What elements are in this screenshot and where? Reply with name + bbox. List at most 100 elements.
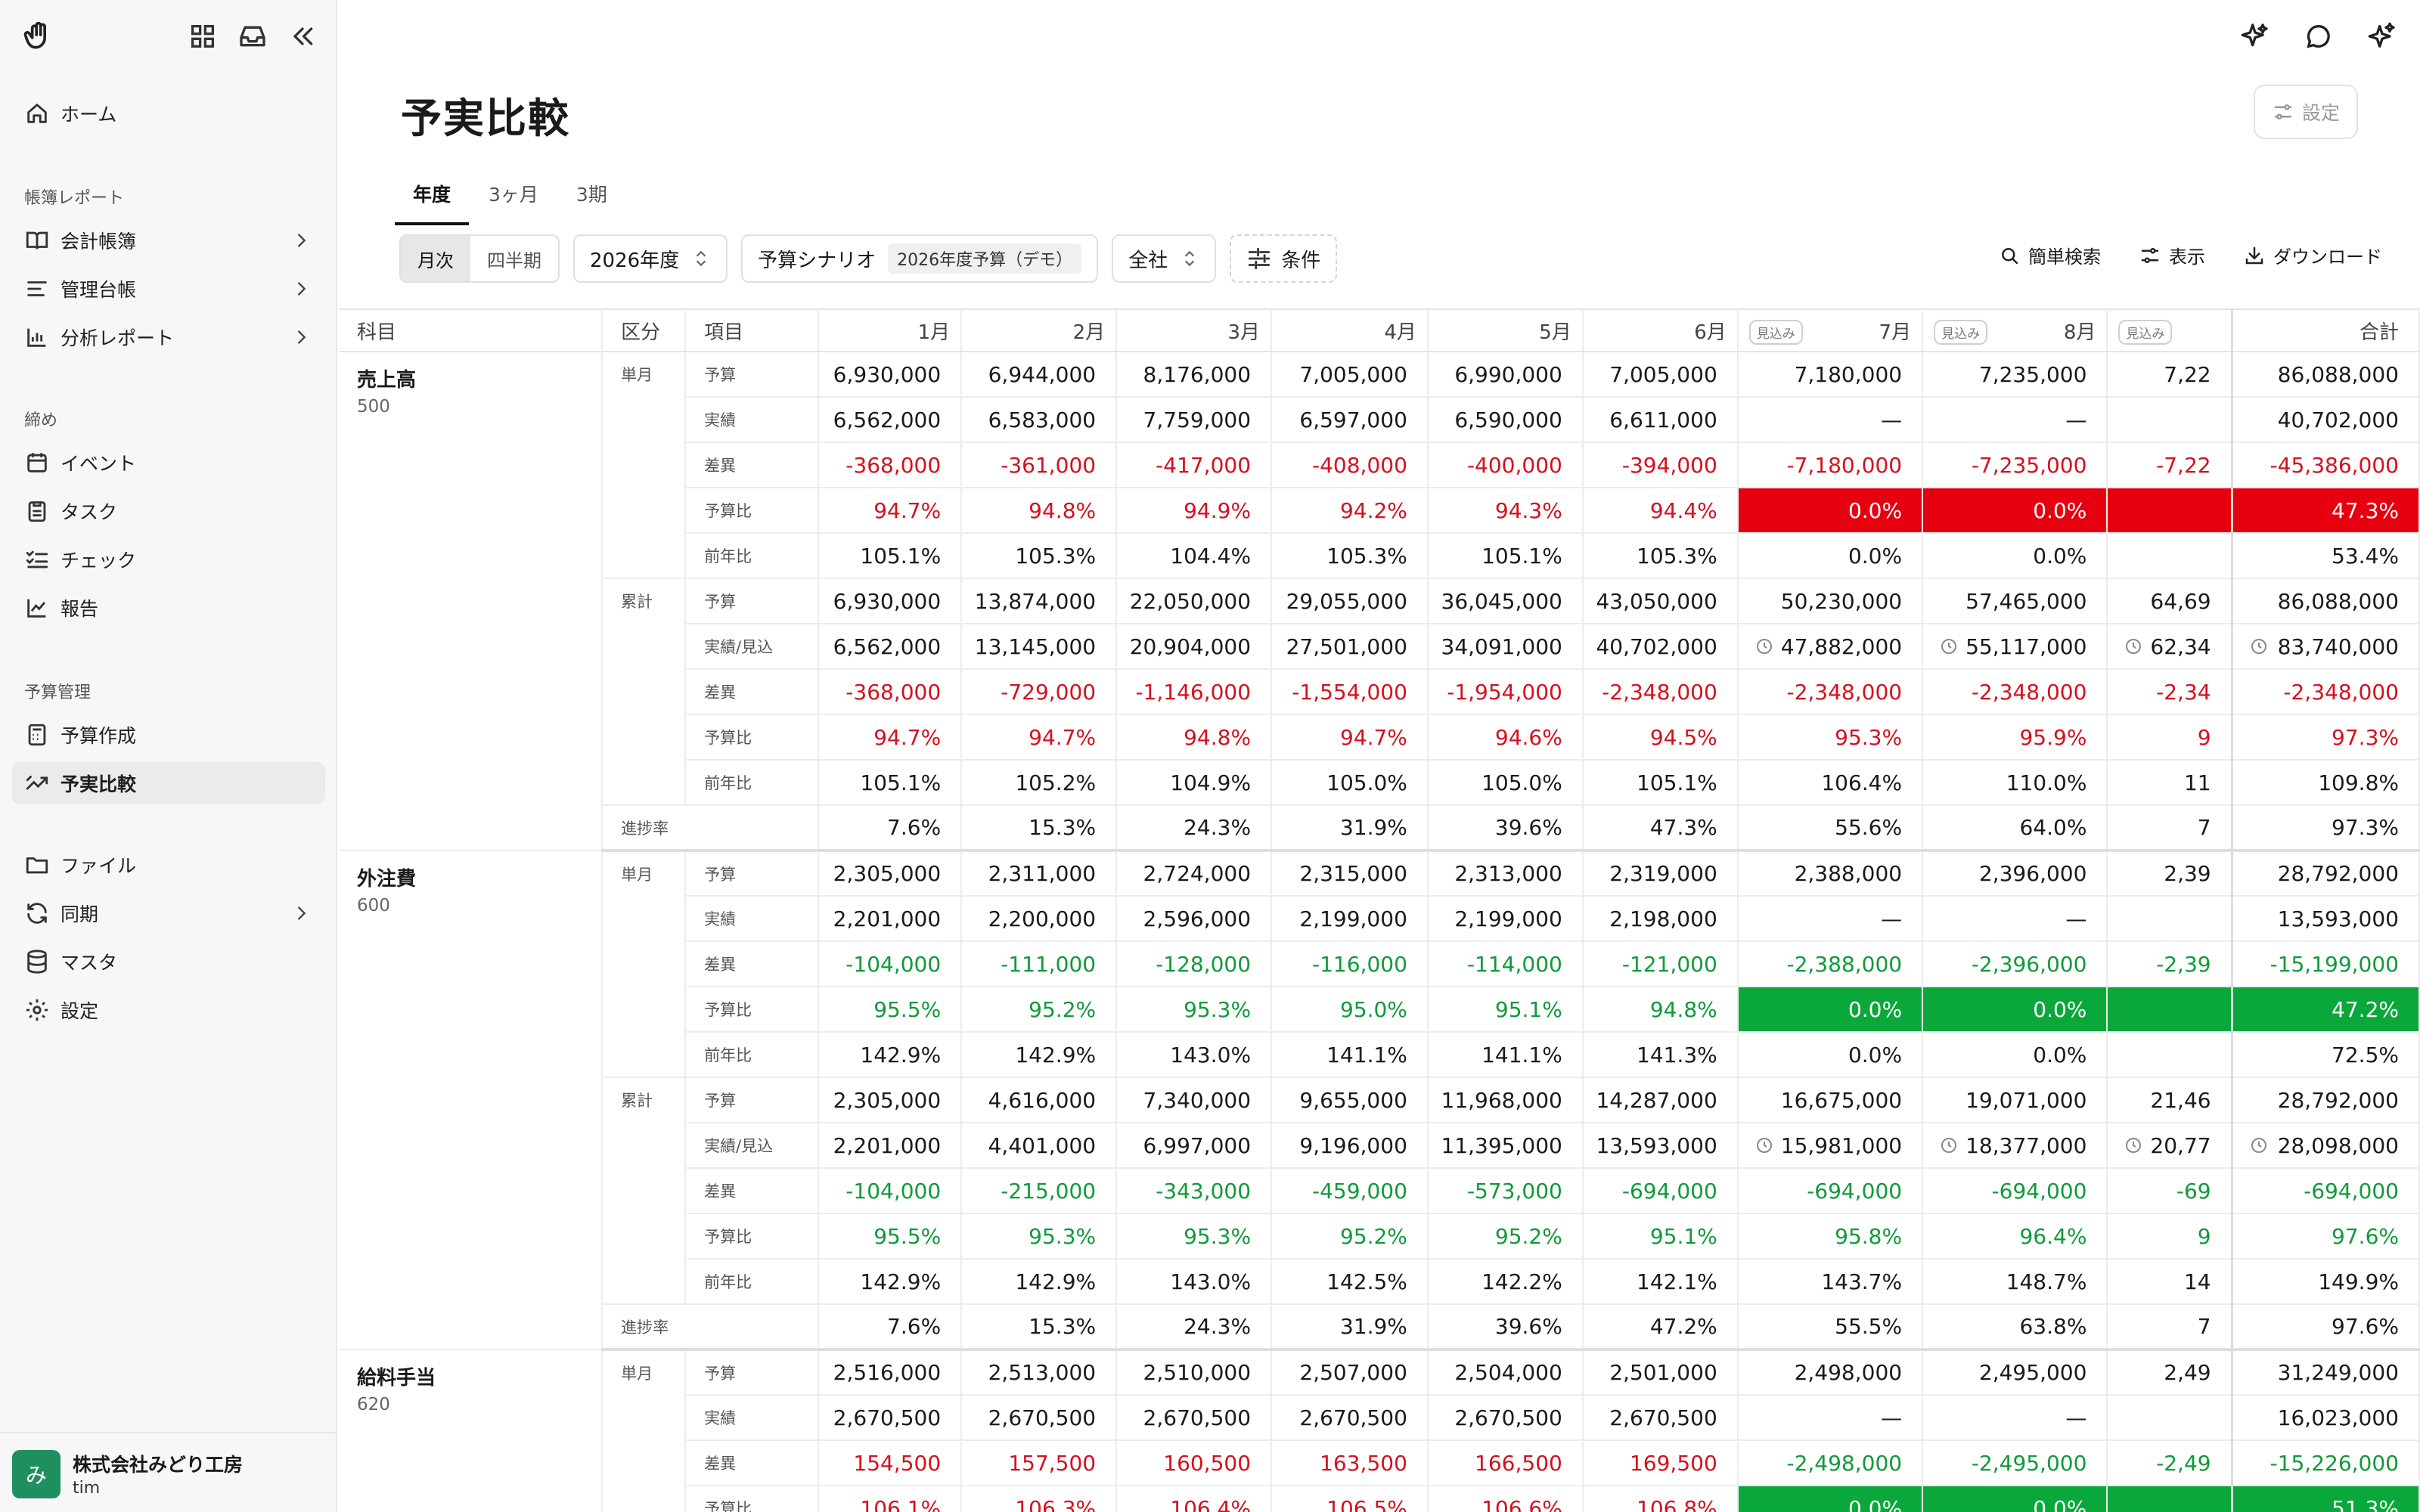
value-cell[interactable]: 2,313,000	[1427, 850, 1584, 897]
value-cell[interactable]: —	[1737, 1395, 1924, 1441]
value-cell[interactable]: 169,500	[1582, 1440, 1739, 1486]
value-cell[interactable]: 55,117,000	[1922, 624, 2108, 670]
value-cell[interactable]: 2,513,000	[961, 1349, 1118, 1396]
value-cell[interactable]: 6,990,000	[1427, 352, 1584, 398]
progress-cell[interactable]: 7	[2107, 805, 2233, 852]
hand-logo-icon[interactable]	[21, 20, 54, 53]
total-cell[interactable]: -15,199,000	[2230, 941, 2420, 987]
sparkle-icon[interactable]	[2240, 21, 2270, 51]
value-cell[interactable]: 95.5%	[818, 987, 963, 1033]
sidebar-item-master[interactable]: マスタ	[12, 940, 325, 983]
header-month[interactable]: 4月	[1271, 308, 1429, 352]
value-cell[interactable]: 105.1%	[818, 533, 963, 579]
progress-cell[interactable]: 7	[2107, 1304, 2233, 1351]
value-cell[interactable]: -417,000	[1116, 442, 1273, 488]
sidebar-item-report[interactable]: 報告	[12, 587, 325, 629]
value-cell[interactable]: -2,495,000	[1922, 1440, 2108, 1486]
value-cell[interactable]: -368,000	[818, 669, 963, 715]
header-month[interactable]: 1月	[818, 308, 963, 352]
value-cell[interactable]: -2,348,000	[1582, 669, 1739, 715]
value-cell[interactable]: 96.4%	[1922, 1213, 2108, 1259]
value-cell[interactable]: 94.8%	[961, 488, 1118, 534]
value-cell[interactable]: -2,348,000	[1922, 669, 2108, 715]
total-cell[interactable]: 149.9%	[2230, 1259, 2420, 1305]
value-cell[interactable]: -459,000	[1271, 1168, 1429, 1214]
value-cell[interactable]: 95.3%	[1737, 714, 1924, 761]
value-cell[interactable]: 4,401,000	[961, 1123, 1118, 1169]
progress-cell[interactable]: 47.3%	[1582, 805, 1739, 852]
value-cell[interactable]: 7,005,000	[1582, 352, 1739, 398]
value-cell[interactable]: 105.1%	[1582, 760, 1739, 806]
value-cell[interactable]: -69	[2107, 1168, 2233, 1214]
value-cell[interactable]: 104.4%	[1116, 533, 1273, 579]
value-cell[interactable]: -104,000	[818, 1168, 963, 1214]
value-cell[interactable]: -7,22	[2107, 442, 2233, 488]
sidebar-item-sync[interactable]: 同期	[12, 892, 325, 934]
value-cell[interactable]: 95.2%	[1271, 1213, 1429, 1259]
value-cell[interactable]: 2,516,000	[818, 1349, 963, 1396]
value-cell[interactable]: 94.7%	[818, 714, 963, 761]
value-cell[interactable]: 2,507,000	[1271, 1349, 1429, 1396]
value-cell[interactable]: 7,759,000	[1116, 397, 1273, 443]
sidebar-item-tasks[interactable]: タスク	[12, 490, 325, 532]
total-cell[interactable]: -45,386,000	[2230, 442, 2420, 488]
value-cell[interactable]: 2,201,000	[818, 1123, 963, 1169]
value-cell[interactable]: 6,611,000	[1582, 397, 1739, 443]
value-cell[interactable]: 2,596,000	[1116, 896, 1273, 942]
quick-search-button[interactable]: 簡単検索	[1998, 242, 2101, 268]
value-cell[interactable]	[2107, 488, 2233, 534]
value-cell[interactable]: 106.8%	[1582, 1486, 1739, 1512]
value-cell[interactable]: 143.0%	[1116, 1259, 1273, 1305]
value-cell[interactable]: -2,49	[2107, 1440, 2233, 1486]
value-cell[interactable]: —	[1922, 896, 2108, 942]
value-cell[interactable]: 2,49	[2107, 1349, 2233, 1396]
header-month[interactable]: 2月	[961, 308, 1118, 352]
value-cell[interactable]: 20,904,000	[1116, 624, 1273, 670]
header-month[interactable]: 見込み 8月	[1922, 308, 2108, 352]
value-cell[interactable]: 7,180,000	[1737, 352, 1924, 398]
value-cell[interactable]: 2,501,000	[1582, 1349, 1739, 1396]
progress-cell[interactable]: 39.6%	[1427, 805, 1584, 852]
value-cell[interactable]: 2,670,500	[1271, 1395, 1429, 1441]
value-cell[interactable]: 95.9%	[1922, 714, 2108, 761]
value-cell[interactable]: 143.0%	[1116, 1032, 1273, 1078]
value-cell[interactable]: 142.2%	[1427, 1259, 1584, 1305]
value-cell[interactable]: —	[1737, 397, 1924, 443]
value-cell[interactable]: 94.7%	[961, 714, 1118, 761]
value-cell[interactable]: -400,000	[1427, 442, 1584, 488]
header-month[interactable]: 6月	[1582, 308, 1739, 352]
progress-cell[interactable]: 64.0%	[1922, 805, 2108, 852]
value-cell[interactable]: -694,000	[1922, 1168, 2108, 1214]
progress-cell[interactable]: 24.3%	[1116, 1304, 1273, 1351]
value-cell[interactable]	[2107, 987, 2233, 1033]
value-cell[interactable]: 15,981,000	[1737, 1123, 1924, 1169]
progress-cell[interactable]: 63.8%	[1922, 1304, 2108, 1351]
total-cell[interactable]: 53.4%	[2230, 533, 2420, 579]
progress-cell[interactable]: 31.9%	[1271, 1304, 1429, 1351]
value-cell[interactable]: -116,000	[1271, 941, 1429, 987]
value-cell[interactable]: 50,230,000	[1737, 578, 1924, 624]
value-cell[interactable]: —	[1737, 896, 1924, 942]
view-button[interactable]: 表示	[2139, 242, 2205, 268]
download-button[interactable]: ダウンロード	[2243, 242, 2382, 268]
total-cell[interactable]: 47.3%	[2230, 488, 2420, 534]
fiscal-year-select[interactable]: 2026年度	[573, 234, 728, 283]
value-cell[interactable]: 9	[2107, 714, 2233, 761]
value-cell[interactable]: 7,22	[2107, 352, 2233, 398]
value-cell[interactable]: 6,562,000	[818, 397, 963, 443]
value-cell[interactable]: 2,510,000	[1116, 1349, 1273, 1396]
sidebar-item-ledger[interactable]: 会計帳簿	[12, 219, 325, 262]
sidebar-item-files[interactable]: ファイル	[12, 844, 325, 886]
value-cell[interactable]: 105.3%	[961, 533, 1118, 579]
tab-year[interactable]: 年度	[394, 175, 470, 225]
value-cell[interactable]: 157,500	[961, 1440, 1118, 1486]
value-cell[interactable]: 13,593,000	[1582, 1123, 1739, 1169]
total-cell[interactable]: -2,348,000	[2230, 669, 2420, 715]
progress-cell[interactable]: 15.3%	[961, 1304, 1118, 1351]
value-cell[interactable]: -694,000	[1582, 1168, 1739, 1214]
value-cell[interactable]: 22,050,000	[1116, 578, 1273, 624]
value-cell[interactable]: 106.4%	[1737, 760, 1924, 806]
value-cell[interactable]: 2,305,000	[818, 850, 963, 897]
value-cell[interactable]: -7,235,000	[1922, 442, 2108, 488]
total-cell[interactable]: 86,088,000	[2230, 578, 2420, 624]
